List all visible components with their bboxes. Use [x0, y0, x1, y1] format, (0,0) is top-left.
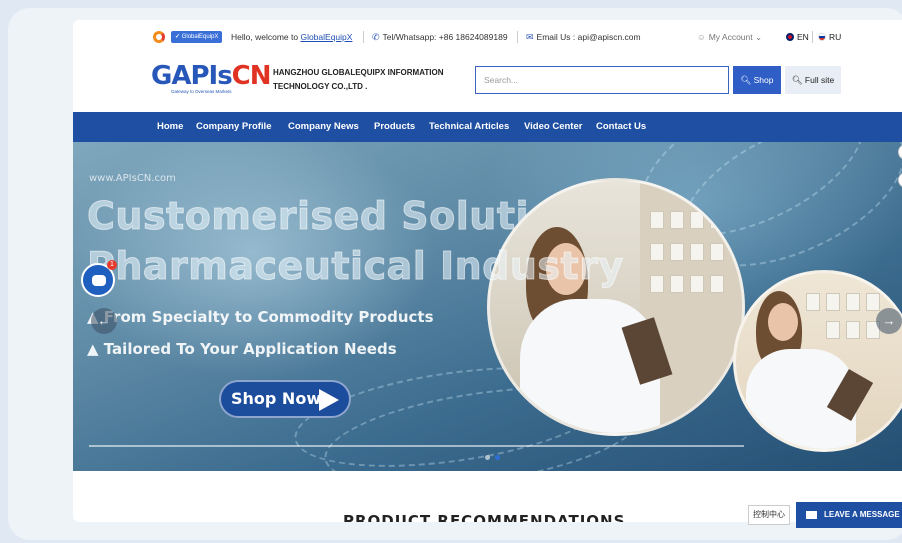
divider: [517, 31, 518, 43]
shelf-box: [846, 321, 860, 339]
main-nav: Home Company Profile Company News Produc…: [73, 112, 902, 142]
shelf-box: [670, 211, 684, 229]
shop-button-label: Shop: [753, 75, 774, 85]
shelf-box: [866, 293, 880, 311]
slide-dot-1[interactable]: [485, 455, 490, 460]
hero-bullet-2: ▲ Tailored To Your Application Needs: [87, 340, 397, 358]
language-ru-label: RU: [829, 32, 842, 42]
logo-tagline: Gateway to Overseas Markets: [171, 89, 232, 94]
slide-dot-2[interactable]: [495, 455, 500, 460]
hero-bullet-1: ▲ From Specialty to Commodity Products: [87, 308, 434, 326]
logo-wordmark: GAPIsCN: [151, 61, 272, 91]
shelf-box: [710, 211, 724, 229]
top-utility-bar: ✓ GlobalEquipX Hello, welcome to GlobalE…: [73, 28, 902, 46]
next-slide-arrow-icon[interactable]: →: [876, 308, 902, 334]
scientist-face: [768, 303, 798, 341]
shelf-box: [826, 321, 840, 339]
nav-video-center[interactable]: Video Center: [524, 112, 582, 142]
my-account-menu[interactable]: ☺ My Account ⌄: [697, 28, 762, 46]
welcome-link[interactable]: GlobalEquipX: [300, 32, 352, 42]
control-center-button[interactable]: 控制中心: [748, 505, 790, 525]
site-logo[interactable]: GAPIsCN Gateway to Overseas Markets: [151, 62, 272, 96]
shelf-box: [670, 243, 684, 261]
full-site-search-button[interactable]: 🔍︎ Full site: [785, 66, 841, 94]
brand-badge-label: GlobalEquipX: [181, 34, 219, 40]
search-box[interactable]: [475, 66, 729, 94]
email-text: Email Us : api@apiscn.com: [536, 32, 641, 42]
shelf-box: [710, 275, 724, 293]
shelf-box: [846, 293, 860, 311]
nav-home[interactable]: Home: [157, 112, 183, 142]
google-translate-icon[interactable]: [153, 31, 165, 43]
russia-flag-icon: [818, 33, 826, 41]
scientist-photo-large: [487, 178, 745, 436]
shop-now-label: Shop Now: [231, 389, 322, 408]
brand-badge[interactable]: ✓ GlobalEquipX: [171, 31, 223, 43]
nav-company-profile[interactable]: Company Profile: [196, 112, 272, 142]
welcome-text: Hello, welcome to GlobalEquipX: [231, 28, 352, 46]
user-icon: ☺: [697, 32, 706, 42]
nav-products[interactable]: Products: [374, 112, 415, 142]
nav-contact-us[interactable]: Contact Us: [596, 112, 646, 142]
section-heading: PRODUCT RECOMMENDATIONS: [343, 512, 626, 522]
shelf-box: [650, 211, 664, 229]
chat-icon: [92, 275, 106, 286]
shelf-box: [650, 243, 664, 261]
prev-slide-arrow-icon[interactable]: ←: [91, 308, 117, 334]
search-input[interactable]: [476, 67, 728, 93]
language-ru[interactable]: RU: [818, 28, 841, 46]
shelf-box: [650, 275, 664, 293]
welcome-prefix: Hello, welcome to: [231, 32, 301, 42]
shelf-box: [826, 293, 840, 311]
mail-icon: ✉: [526, 32, 534, 42]
hero-headline-line-2: Pharmaceutical Industry: [87, 244, 624, 289]
scientist-photo-small: [733, 270, 902, 452]
hero-divider-line: [89, 445, 744, 447]
tel-text: Tel/Whatsapp: +86 18624089189: [382, 32, 508, 42]
shelf-box: [690, 243, 704, 261]
company-name: HANGZHOU GLOBALEQUIPX INFORMATION TECHNO…: [273, 68, 444, 91]
hero-banner[interactable]: www.APIsCN.com Customerised Solutions Fo…: [73, 142, 902, 471]
phone-icon: ✆: [372, 32, 380, 42]
shelf-box: [690, 211, 704, 229]
logo-part-b: CN: [231, 61, 272, 91]
tel-info: ✆ Tel/Whatsapp: +86 18624089189: [372, 28, 508, 46]
shelf-box: [670, 275, 684, 293]
play-arrow-icon: [319, 389, 339, 411]
full-site-button-label: Full site: [804, 75, 835, 85]
shelf-box: [806, 293, 820, 311]
envelope-icon: [806, 511, 817, 519]
hero-watermark: www.APIsCN.com: [89, 173, 176, 184]
my-account-label: My Account: [708, 32, 753, 42]
logo-part-a: GAPIs: [151, 61, 233, 91]
shelf-box: [710, 243, 724, 261]
divider: [812, 31, 813, 43]
site-header: GAPIsCN Gateway to Overseas Markets HANG…: [73, 54, 902, 104]
nav-company-news[interactable]: Company News: [288, 112, 359, 142]
leave-message-button[interactable]: LEAVE A MESSAGE: [796, 502, 902, 528]
divider: [363, 31, 364, 43]
shelf-box: [690, 275, 704, 293]
web-page: ✓ GlobalEquipX Hello, welcome to GlobalE…: [73, 20, 902, 522]
nav-technical-articles[interactable]: Technical Articles: [429, 112, 509, 142]
chat-notification-badge: 1: [107, 260, 117, 270]
shop-now-button[interactable]: Shop Now: [219, 380, 351, 418]
language-en[interactable]: EN: [786, 28, 809, 46]
language-en-label: EN: [797, 32, 809, 42]
shop-search-button[interactable]: 🔍︎ Shop: [733, 66, 781, 94]
leave-message-label: LEAVE A MESSAGE: [824, 510, 900, 519]
uk-flag-icon: [786, 33, 794, 41]
email-info: ✉ Email Us : api@apiscn.com: [526, 28, 641, 46]
